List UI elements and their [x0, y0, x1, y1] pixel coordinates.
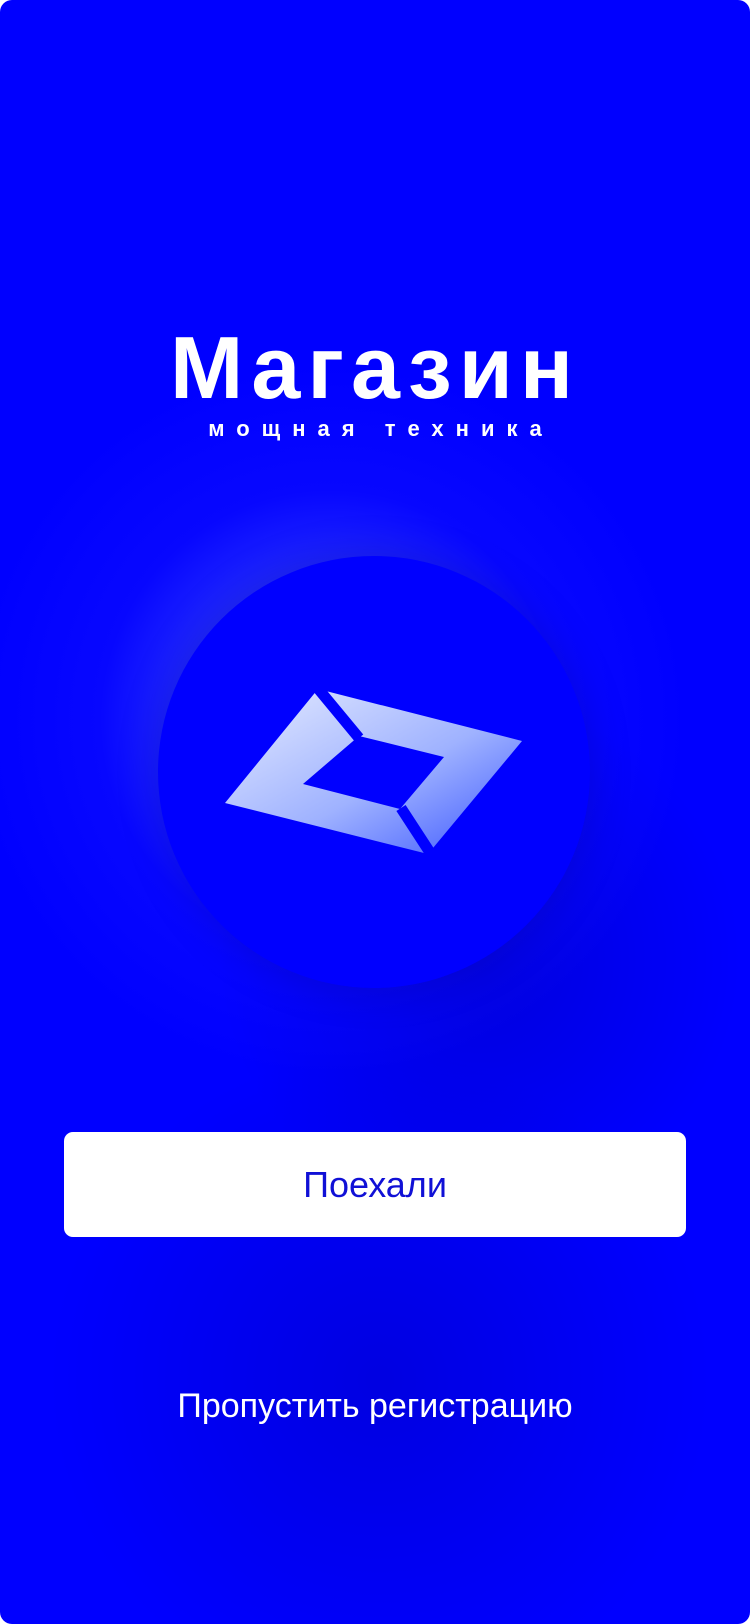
skip-registration-link[interactable]: Пропустить регистрацию [0, 1384, 750, 1428]
app-tagline: мощная техника [208, 416, 554, 441]
logo-circle [158, 556, 590, 988]
start-button-label: Поехали [303, 1163, 447, 1205]
onboarding-screen: Магазин мощная техника Поехали Пропустит… [0, 0, 750, 1624]
rhombus-logo-icon [225, 670, 522, 878]
app-title: Магазин [170, 318, 580, 417]
start-button[interactable]: Поехали [64, 1132, 686, 1237]
